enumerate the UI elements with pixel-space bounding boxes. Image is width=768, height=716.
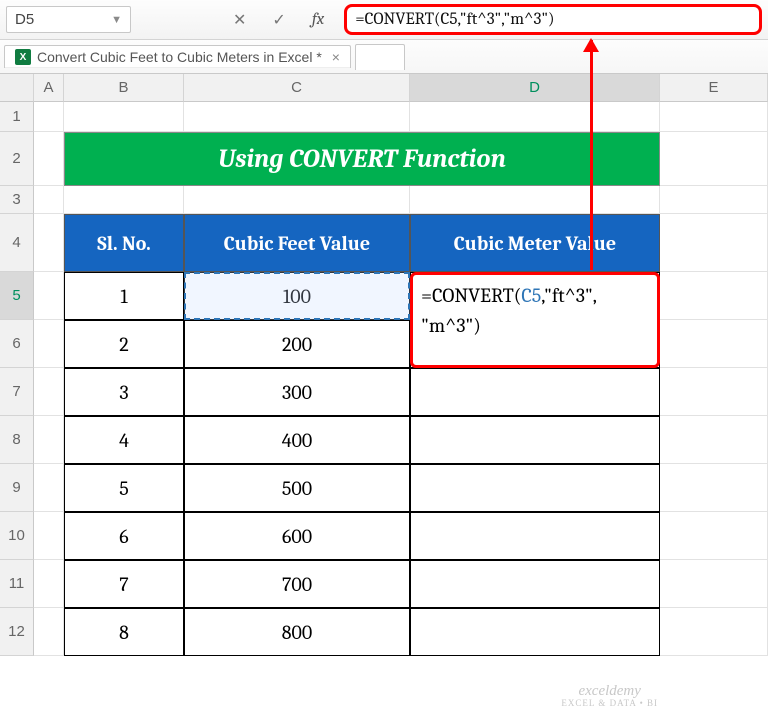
formula-bar-row: D5 ▼ ✕ ✓ fx =CONVERT(C5,"ft^3","m^3") (0, 0, 768, 40)
formula-bar-buttons: ✕ ✓ fx (221, 0, 336, 39)
cell-m[interactable] (410, 464, 660, 512)
table-row: 5 500 (64, 464, 660, 512)
workbook-tab[interactable]: X Convert Cubic Feet to Cubic Meters in … (4, 45, 351, 68)
row-header-2[interactable]: 2 (0, 132, 34, 186)
row-8: 8 4 400 (0, 416, 768, 464)
cell-m[interactable] (410, 368, 660, 416)
fx-icon[interactable]: fx (312, 10, 324, 29)
cell-sl[interactable]: 2 (64, 320, 184, 368)
row-11: 11 7 700 (0, 560, 768, 608)
row-header-8[interactable]: 8 (0, 416, 34, 464)
row-header-7[interactable]: 7 (0, 368, 34, 416)
close-icon[interactable]: × (328, 49, 340, 65)
cell-m[interactable] (410, 560, 660, 608)
rows-container: 1 2 Using CONVERT Function 3 4 Sl. No. C… (0, 102, 768, 656)
row-header-6[interactable]: 6 (0, 320, 34, 368)
enter-icon[interactable]: ✓ (272, 10, 285, 30)
annotation-arrowhead-icon (583, 38, 599, 52)
row-header-10[interactable]: 10 (0, 512, 34, 560)
cell-sl[interactable]: 3 (64, 368, 184, 416)
row-header-3[interactable]: 3 (0, 186, 34, 214)
cell-sl[interactable]: 1 (64, 272, 184, 320)
row-9: 9 5 500 (0, 464, 768, 512)
row-10: 10 6 600 (0, 512, 768, 560)
excel-file-icon: X (15, 49, 31, 65)
cell-sl[interactable]: 4 (64, 416, 184, 464)
page-title: Using CONVERT Function (64, 132, 660, 186)
table-header: Sl. No. Cubic Feet Value Cubic Meter Val… (64, 214, 660, 272)
col-header-E[interactable]: E (660, 74, 768, 102)
row-header-9[interactable]: 9 (0, 464, 34, 512)
spreadsheet-grid: A B C D E 1 2 Using CONVERT Function 3 4… (0, 74, 768, 656)
table-row: 3 300 (64, 368, 660, 416)
formula-part2: ,"ft^3", (541, 284, 597, 307)
formula-bar-text: =CONVERT(C5,"ft^3","m^3") (355, 10, 554, 29)
workbook-tab-label: Convert Cubic Feet to Cubic Meters in Ex… (37, 49, 322, 65)
formula-part3: "m^3") (421, 314, 481, 337)
cell-sl[interactable]: 6 (64, 512, 184, 560)
cell-ft[interactable]: 200 (184, 320, 410, 368)
table-row: 8 800 (64, 608, 660, 656)
row-header-12[interactable]: 12 (0, 608, 34, 656)
formula-bar-input[interactable]: =CONVERT(C5,"ft^3","m^3") (344, 4, 762, 35)
header-sl-no: Sl. No. (64, 214, 184, 272)
workbook-tab-row: X Convert Cubic Feet to Cubic Meters in … (0, 40, 768, 74)
table-row: 7 700 (64, 560, 660, 608)
row-1: 1 (0, 102, 768, 132)
cell-ft[interactable]: 600 (184, 512, 410, 560)
watermark-tag: EXCEL & DATA • BI (561, 699, 658, 708)
col-header-C[interactable]: C (184, 74, 410, 102)
row-2: 2 Using CONVERT Function (0, 132, 768, 186)
header-cubic-feet: Cubic Feet Value (184, 214, 410, 272)
row-7: 7 3 300 (0, 368, 768, 416)
name-box[interactable]: D5 ▼ (6, 6, 131, 33)
cell-m[interactable] (410, 608, 660, 656)
cell-ft[interactable]: 400 (184, 416, 410, 464)
cell-ft[interactable]: 700 (184, 560, 410, 608)
chevron-down-icon[interactable]: ▼ (111, 14, 122, 26)
cell-sl[interactable]: 7 (64, 560, 184, 608)
column-headers: A B C D E (0, 74, 768, 102)
row-header-5[interactable]: 5 (0, 272, 34, 320)
cell-ft[interactable]: 800 (184, 608, 410, 656)
formula-ref: C5 (521, 284, 541, 307)
blank-tab[interactable] (355, 44, 405, 70)
cell-ft[interactable]: 300 (184, 368, 410, 416)
col-header-A[interactable]: A (34, 74, 64, 102)
col-header-D[interactable]: D (410, 74, 660, 102)
row-header-4[interactable]: 4 (0, 214, 34, 272)
watermark: exceldemy EXCEL & DATA • BI (561, 684, 658, 708)
header-cubic-meter: Cubic Meter Value (410, 214, 660, 272)
cell-sl[interactable]: 8 (64, 608, 184, 656)
cancel-icon[interactable]: ✕ (233, 10, 246, 30)
table-row: 4 400 (64, 416, 660, 464)
cell-formula-edit[interactable]: =CONVERT(C5,"ft^3", "m^3") (410, 272, 660, 368)
cell-ft[interactable]: 500 (184, 464, 410, 512)
row-header-11[interactable]: 11 (0, 560, 34, 608)
formula-part1: =CONVERT( (421, 284, 521, 307)
row-3: 3 (0, 186, 768, 214)
table-row: 6 600 (64, 512, 660, 560)
row-4: 4 Sl. No. Cubic Feet Value Cubic Meter V… (0, 214, 768, 272)
watermark-brand: exceldemy (578, 683, 640, 699)
select-all-corner[interactable] (0, 74, 34, 102)
row-12: 12 8 800 (0, 608, 768, 656)
row-header-1[interactable]: 1 (0, 102, 34, 132)
cell-m[interactable] (410, 416, 660, 464)
name-box-value: D5 (15, 11, 34, 28)
col-header-B[interactable]: B (64, 74, 184, 102)
cell-sl[interactable]: 5 (64, 464, 184, 512)
annotation-arrow (590, 40, 593, 270)
cell-ft[interactable]: 100 (184, 272, 410, 320)
cell-m[interactable] (410, 512, 660, 560)
